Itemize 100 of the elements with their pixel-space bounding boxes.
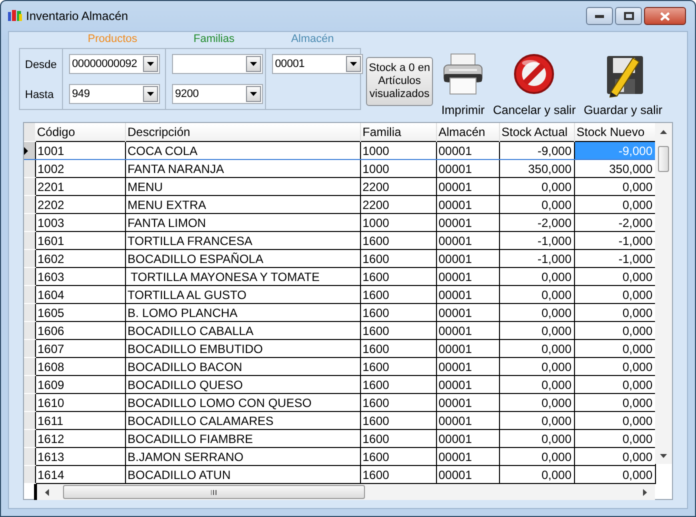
table-cell: BOCADILLO FIAMBRE: [125, 430, 360, 448]
table-cell: FANTA LIMON: [125, 214, 360, 232]
table-cell: 0,000: [499, 268, 574, 286]
close-icon: [660, 12, 670, 20]
table-cell: 1600: [360, 250, 436, 268]
caret-icon: [250, 92, 257, 96]
table-cell: 0,000: [499, 304, 574, 322]
column-header[interactable]: Código: [35, 123, 125, 142]
caret-icon: [147, 92, 154, 96]
dropdown-field[interactable]: 9200: [172, 84, 263, 104]
group-heading: Familias: [192, 32, 236, 47]
maximize-button[interactable]: [615, 7, 642, 25]
column-header[interactable]: Almacén: [436, 123, 499, 142]
grip-icon: [211, 490, 217, 494]
minimize-icon: [595, 14, 604, 18]
table-cell: MENU: [125, 178, 360, 196]
table-cell: 0,000: [499, 412, 574, 430]
table-cell: 1600: [360, 448, 436, 466]
row-pointer-icon: [24, 146, 28, 154]
table-cell: 2202: [35, 196, 125, 214]
caret-icon: [250, 62, 257, 66]
table-cell: 00001: [436, 448, 499, 466]
table-cell: TORTILLA FRANCESA: [125, 232, 360, 250]
table-cell: 1610: [35, 394, 125, 412]
action-label[interactable]: Guardar y salir: [584, 103, 662, 117]
table-cell: 1000: [360, 214, 436, 232]
close-button[interactable]: [644, 7, 686, 25]
table-cell: 0,000: [499, 286, 574, 304]
table-cell: 1600: [360, 394, 436, 412]
table-cell: 0,000: [499, 196, 574, 214]
table-cell: 1002: [35, 160, 125, 178]
app-icon: [8, 10, 22, 22]
table-cell: TORTILLA MAYONESA Y TOMATE: [125, 268, 360, 286]
table-cell: -2,000: [499, 214, 574, 232]
table-cell: 1612: [35, 430, 125, 448]
table-cell: TORTILLA AL GUSTO: [125, 286, 360, 304]
table-cell: MENU EXTRA: [125, 196, 360, 214]
table-cell: 1600: [360, 412, 436, 430]
table-cell: 1003: [35, 214, 125, 232]
table-cell: COCA COLA: [125, 142, 360, 160]
dropdown-field[interactable]: 00001: [272, 54, 363, 74]
table-cell: 00001: [436, 286, 499, 304]
stock-reset-button[interactable]: Stock a 0 en Artículos visualizados: [366, 57, 433, 106]
table-cell: 00001: [436, 430, 499, 448]
table-cell: 00001: [436, 394, 499, 412]
table-cell: 1600: [360, 232, 436, 250]
table-cell: 0,000: [499, 358, 574, 376]
group-heading: Almacén: [290, 32, 335, 47]
table-cell: 0,000: [499, 376, 574, 394]
table-cell: 1600: [360, 268, 436, 286]
table-cell: 1611: [35, 412, 125, 430]
table-cell: 00001: [436, 322, 499, 340]
table-cell: -1,000: [499, 232, 574, 250]
scroll-thumb[interactable]: [658, 146, 669, 172]
table-cell: 0,000: [499, 430, 574, 448]
dropdown-field[interactable]: [172, 54, 263, 74]
table-cell: 0,000: [499, 340, 574, 358]
table-cell: BOCADILLO BACON: [125, 358, 360, 376]
table-cell: 1609: [35, 376, 125, 394]
table-cell: -1,000: [499, 250, 574, 268]
table-cell: 1600: [360, 304, 436, 322]
caret-icon: [147, 62, 154, 66]
table-cell: 00001: [436, 160, 499, 178]
window-title: Inventario Almacén: [26, 9, 130, 23]
table-cell: 2200: [360, 196, 436, 214]
table-cell: 00001: [436, 412, 499, 430]
scroll-up-icon: [660, 130, 667, 134]
column-header[interactable]: Stock Nuevo: [574, 123, 655, 142]
action-label[interactable]: Imprimir: [441, 103, 485, 117]
table-cell: 00001: [436, 196, 499, 214]
table-cell: 1600: [360, 340, 436, 358]
action-label[interactable]: Cancelar y salir: [493, 103, 576, 117]
table-cell: 1613: [35, 448, 125, 466]
column-header[interactable]: Descripción: [125, 123, 360, 142]
scroll-thumb[interactable]: [63, 485, 365, 499]
minimize-button[interactable]: [586, 7, 613, 25]
column-header[interactable]: Familia: [360, 123, 436, 142]
table-cell: BOCADILLO QUESO: [125, 376, 360, 394]
table-cell: 1600: [360, 430, 436, 448]
table-cell: 1600: [360, 286, 436, 304]
table-cell: 1608: [35, 358, 125, 376]
maximize-icon: [624, 12, 634, 20]
table-cell: 0,000: [499, 178, 574, 196]
table-cell: 2200: [360, 178, 436, 196]
table-cell: 1001: [35, 142, 125, 160]
table-cell: 00001: [436, 376, 499, 394]
field-label: Desde: [25, 58, 58, 73]
dropdown-field[interactable]: 00000000092: [69, 54, 160, 74]
table-cell: 1604: [35, 286, 125, 304]
table-cell: 1603: [35, 268, 125, 286]
table-cell: 2201: [35, 178, 125, 196]
table-cell: 1600: [360, 322, 436, 340]
row-selector[interactable]: [24, 142, 35, 160]
table-cell: 00001: [436, 268, 499, 286]
table-cell: 1000: [360, 142, 436, 160]
table-cell: 0,000: [499, 448, 574, 466]
dropdown-field[interactable]: 949: [69, 84, 160, 104]
table-cell: FANTA NARANJA: [125, 160, 360, 178]
table-cell: -9,000: [574, 142, 655, 160]
column-header[interactable]: Stock Actual: [499, 123, 574, 142]
